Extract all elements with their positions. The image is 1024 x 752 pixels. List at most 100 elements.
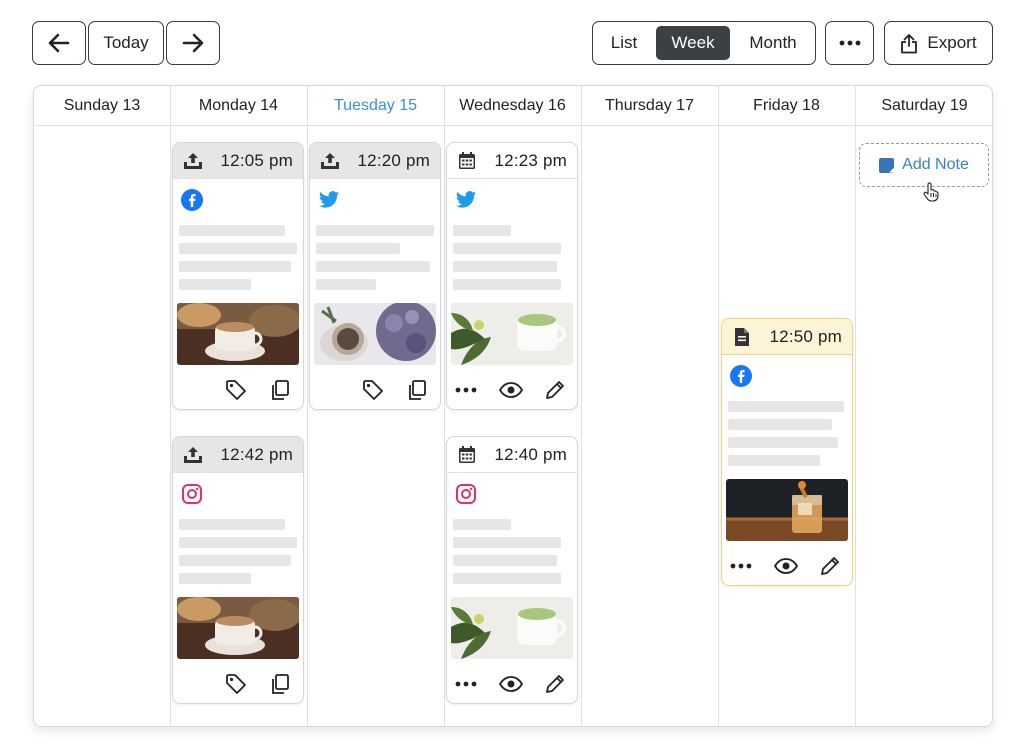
text-placeholder (728, 401, 844, 412)
post-card-header: 12:40 pm (447, 437, 577, 473)
post-time: 12:23 pm (494, 150, 567, 170)
post-card[interactable]: 12:05 pm (172, 142, 304, 410)
post-actions (173, 377, 303, 403)
view-month-tab[interactable]: Month (735, 26, 811, 60)
more-options-button[interactable] (825, 21, 874, 65)
more-dots-icon[interactable] (453, 377, 479, 403)
tag-icon[interactable] (223, 671, 249, 697)
text-placeholder (179, 555, 291, 566)
view-list-tab[interactable]: List (597, 26, 651, 60)
day-header-saturday: Saturday 19 (881, 97, 968, 114)
copy-icon[interactable] (267, 671, 293, 697)
post-card[interactable]: 12:23 pm (446, 142, 578, 410)
pencil-icon[interactable] (817, 553, 843, 579)
tag-icon[interactable] (360, 377, 386, 403)
text-placeholder (179, 573, 251, 584)
post-card[interactable]: 12:50 pm (721, 318, 853, 586)
pencil-icon[interactable] (542, 377, 568, 403)
text-placeholder (179, 243, 297, 254)
post-card[interactable]: 12:20 pm (309, 142, 441, 410)
column-divider (170, 86, 171, 726)
day-header-tuesday: Tuesday 15 (333, 97, 417, 114)
day-header-friday: Friday 18 (753, 97, 820, 114)
calendar-icon (455, 444, 479, 466)
more-dots-icon[interactable] (453, 671, 479, 697)
text-placeholder (728, 419, 832, 430)
twitter-icon (455, 191, 477, 208)
next-week-button[interactable] (166, 21, 220, 65)
matcha-latte-photo (451, 597, 573, 659)
copy-icon[interactable] (404, 377, 430, 403)
text-placeholder (453, 261, 557, 272)
post-card[interactable]: 12:40 pm (446, 436, 578, 704)
post-actions (310, 377, 440, 403)
text-placeholder (453, 537, 561, 548)
text-placeholder (453, 243, 561, 254)
upload-tray-icon (181, 150, 205, 172)
text-placeholder (728, 437, 838, 448)
twitter-icon (318, 191, 340, 208)
text-placeholder (179, 279, 251, 290)
day-header-thursday: Thursday 17 (605, 97, 694, 114)
lavender-cup-photo (314, 303, 436, 365)
day-header-monday: Monday 14 (198, 97, 279, 114)
add-note-button[interactable]: Add Note (859, 143, 989, 187)
eye-icon[interactable] (498, 377, 524, 403)
copy-icon[interactable] (267, 377, 293, 403)
instagram-icon (182, 484, 202, 504)
coffee-croissant-photo (177, 597, 299, 659)
eye-icon[interactable] (773, 553, 799, 579)
prev-week-button[interactable] (32, 21, 86, 65)
text-placeholder (453, 225, 511, 236)
add-note-label: Add Note (902, 156, 969, 173)
post-card[interactable]: 12:42 pm (172, 436, 304, 704)
text-placeholder (316, 225, 434, 236)
document-icon (730, 326, 754, 348)
post-actions (447, 671, 577, 697)
upload-tray-icon (318, 150, 342, 172)
eye-icon[interactable] (498, 671, 524, 697)
calendar-icon (455, 150, 479, 172)
text-placeholder (316, 243, 400, 254)
post-actions (447, 377, 577, 403)
post-actions (722, 553, 852, 579)
post-card-header: 12:42 pm (173, 437, 303, 473)
day-header-wednesday: Wednesday 16 (459, 97, 566, 114)
post-card-header: 12:50 pm (722, 319, 852, 355)
column-divider (307, 86, 308, 726)
post-time: 12:42 pm (220, 444, 293, 464)
text-placeholder (453, 519, 511, 530)
facebook-icon (181, 189, 203, 211)
cocktail-glass-photo (726, 479, 848, 541)
arrow-left-icon (48, 33, 70, 53)
more-dots-icon[interactable] (728, 553, 754, 579)
day-header-sunday: Sunday 13 (63, 97, 141, 114)
view-week-tab[interactable]: Week (656, 26, 730, 60)
more-dots-icon (839, 40, 860, 46)
text-placeholder (316, 279, 376, 290)
post-time: 12:50 pm (769, 326, 842, 346)
matcha-latte-photo (451, 303, 573, 365)
facebook-icon (730, 365, 752, 387)
text-placeholder (316, 261, 430, 272)
text-placeholder (179, 261, 291, 272)
tag-icon[interactable] (223, 377, 249, 403)
post-card-header: 12:20 pm (310, 143, 440, 179)
pencil-icon[interactable] (542, 671, 568, 697)
text-placeholder (453, 279, 561, 290)
post-time: 12:40 pm (494, 444, 567, 464)
view-switcher: List Week Month (592, 21, 816, 65)
text-placeholder (179, 537, 297, 548)
column-divider (855, 86, 856, 726)
text-placeholder (179, 519, 285, 530)
sticky-note-icon (879, 157, 895, 173)
post-card-header: 12:23 pm (447, 143, 577, 179)
share-upload-icon (901, 33, 918, 53)
arrow-right-icon (182, 33, 204, 53)
export-button[interactable]: Export (884, 21, 993, 65)
column-divider (718, 86, 719, 726)
coffee-croissant-photo (177, 303, 299, 365)
text-placeholder (453, 573, 561, 584)
column-divider (581, 86, 582, 726)
today-button[interactable]: Today (88, 21, 164, 65)
